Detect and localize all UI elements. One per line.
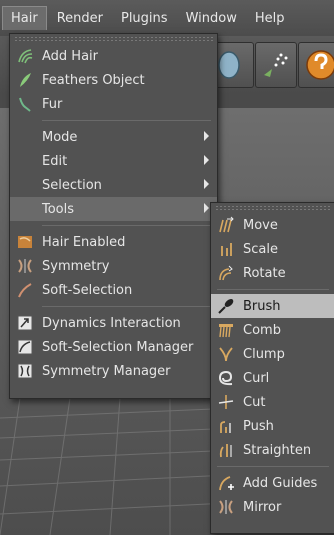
menu-item-push[interactable]: Push	[211, 414, 334, 438]
menu-item-label: Rotate	[243, 265, 286, 281]
tools-submenu: Move Scale Rotate Brush Comb Clump Curl …	[210, 202, 334, 534]
particles-icon	[264, 53, 288, 77]
add-guides-icon	[217, 474, 235, 492]
menu-item-label: Add Hair	[42, 48, 98, 64]
menu-item-label: Fur	[42, 96, 63, 112]
mirror-icon	[217, 498, 235, 516]
menu-item-label: Brush	[243, 298, 281, 314]
menu-item-mirror[interactable]: Mirror	[211, 495, 334, 519]
soft-selection-manager-icon	[16, 338, 34, 356]
fur-icon	[16, 95, 34, 113]
menu-grip[interactable]	[215, 205, 331, 211]
menu-grip[interactable]	[14, 36, 213, 42]
symmetry-manager-icon	[16, 362, 34, 380]
menu-plugins[interactable]: Plugins	[113, 7, 176, 30]
menu-item-rotate[interactable]: Rotate	[211, 261, 334, 285]
brush-icon	[217, 297, 235, 315]
menu-item-label: Symmetry	[42, 258, 110, 274]
push-icon	[217, 417, 235, 435]
cut-icon	[217, 393, 235, 411]
menu-item-label: Mode	[42, 129, 78, 145]
submenu-arrow-icon	[204, 203, 209, 213]
help-icon	[306, 50, 334, 80]
symmetry-icon	[16, 257, 34, 275]
menu-item-label: Mirror	[243, 499, 282, 515]
menu-separator	[42, 225, 211, 226]
menu-item-label: Add Guides	[243, 475, 318, 491]
menu-item-label: Cut	[243, 394, 266, 410]
menu-item-label: Tools	[42, 201, 75, 217]
menu-help[interactable]: Help	[247, 7, 293, 30]
submenu-arrow-icon	[204, 131, 209, 141]
menu-item-hair-enabled[interactable]: Hair Enabled	[10, 230, 217, 254]
menu-render[interactable]: Render	[49, 7, 111, 30]
submenu-arrow-icon	[204, 155, 209, 165]
hair-menu: Add Hair Feathers Object Fur Mode Edit S…	[9, 33, 218, 399]
menu-item-brush[interactable]: Brush	[211, 294, 334, 318]
menu-item-label: Soft-Selection	[42, 282, 133, 298]
menu-item-feathers-object[interactable]: Feathers Object	[10, 68, 217, 92]
dynamics-interaction-icon	[16, 314, 34, 332]
menubar: Hair Render Plugins Window Help	[0, 0, 334, 37]
menu-item-label: Push	[243, 418, 274, 434]
leaf-icon	[218, 51, 240, 79]
menu-item-add-guides[interactable]: Add Guides	[211, 471, 334, 495]
menu-window[interactable]: Window	[178, 7, 245, 30]
menu-item-fur[interactable]: Fur	[10, 92, 217, 116]
menu-item-label: Selection	[42, 177, 102, 193]
straighten-icon	[217, 441, 235, 459]
menu-item-label: Clump	[243, 346, 285, 362]
menu-item-edit[interactable]: Edit	[10, 149, 217, 173]
menu-item-dynamics-interaction[interactable]: Dynamics Interaction	[10, 311, 217, 335]
menu-item-clump[interactable]: Clump	[211, 342, 334, 366]
menu-separator	[217, 289, 329, 290]
comb-icon	[217, 321, 235, 339]
menu-item-symmetry-manager[interactable]: Symmetry Manager	[10, 359, 217, 383]
menu-item-label: Edit	[42, 153, 68, 169]
add-hair-icon	[16, 47, 34, 65]
scale-icon	[217, 240, 235, 258]
menu-item-mode[interactable]: Mode	[10, 125, 217, 149]
menu-item-tools[interactable]: Tools	[10, 197, 217, 221]
menu-item-soft-selection-manager[interactable]: Soft-Selection Manager	[10, 335, 217, 359]
feather-icon	[16, 71, 34, 89]
clump-icon	[217, 345, 235, 363]
menu-item-label: Comb	[243, 322, 281, 338]
toolbar-particle-button[interactable]	[255, 42, 297, 88]
menu-item-label: Soft-Selection Manager	[42, 339, 194, 355]
menu-hair[interactable]: Hair	[2, 6, 47, 30]
menu-item-scale[interactable]: Scale	[211, 237, 334, 261]
menu-separator	[42, 120, 211, 121]
menu-item-move[interactable]: Move	[211, 213, 334, 237]
menu-item-comb[interactable]: Comb	[211, 318, 334, 342]
menu-item-straighten[interactable]: Straighten	[211, 438, 334, 462]
menu-item-label: Curl	[243, 370, 270, 386]
menu-item-add-hair[interactable]: Add Hair	[10, 44, 217, 68]
menu-item-curl[interactable]: Curl	[211, 366, 334, 390]
toolbar-help-button[interactable]	[298, 42, 334, 88]
menu-item-label: Scale	[243, 241, 278, 257]
soft-selection-icon	[16, 281, 34, 299]
menu-item-label: Straighten	[243, 442, 312, 458]
menu-separator	[42, 306, 211, 307]
move-icon	[217, 216, 235, 234]
menu-item-label: Feathers Object	[42, 72, 145, 88]
menu-item-label: Dynamics Interaction	[42, 315, 181, 331]
menu-item-cut[interactable]: Cut	[211, 390, 334, 414]
menu-item-symmetry[interactable]: Symmetry	[10, 254, 217, 278]
menu-item-label: Move	[243, 217, 278, 233]
menu-separator	[217, 466, 329, 467]
curl-icon	[217, 369, 235, 387]
menu-item-label: Symmetry Manager	[42, 363, 171, 379]
submenu-arrow-icon	[204, 179, 209, 189]
hair-enabled-icon	[16, 233, 34, 251]
menu-item-soft-selection[interactable]: Soft-Selection	[10, 278, 217, 302]
toolbar-shape-button[interactable]	[212, 42, 254, 88]
menu-item-selection[interactable]: Selection	[10, 173, 217, 197]
rotate-icon	[217, 264, 235, 282]
menu-item-label: Hair Enabled	[42, 234, 126, 250]
